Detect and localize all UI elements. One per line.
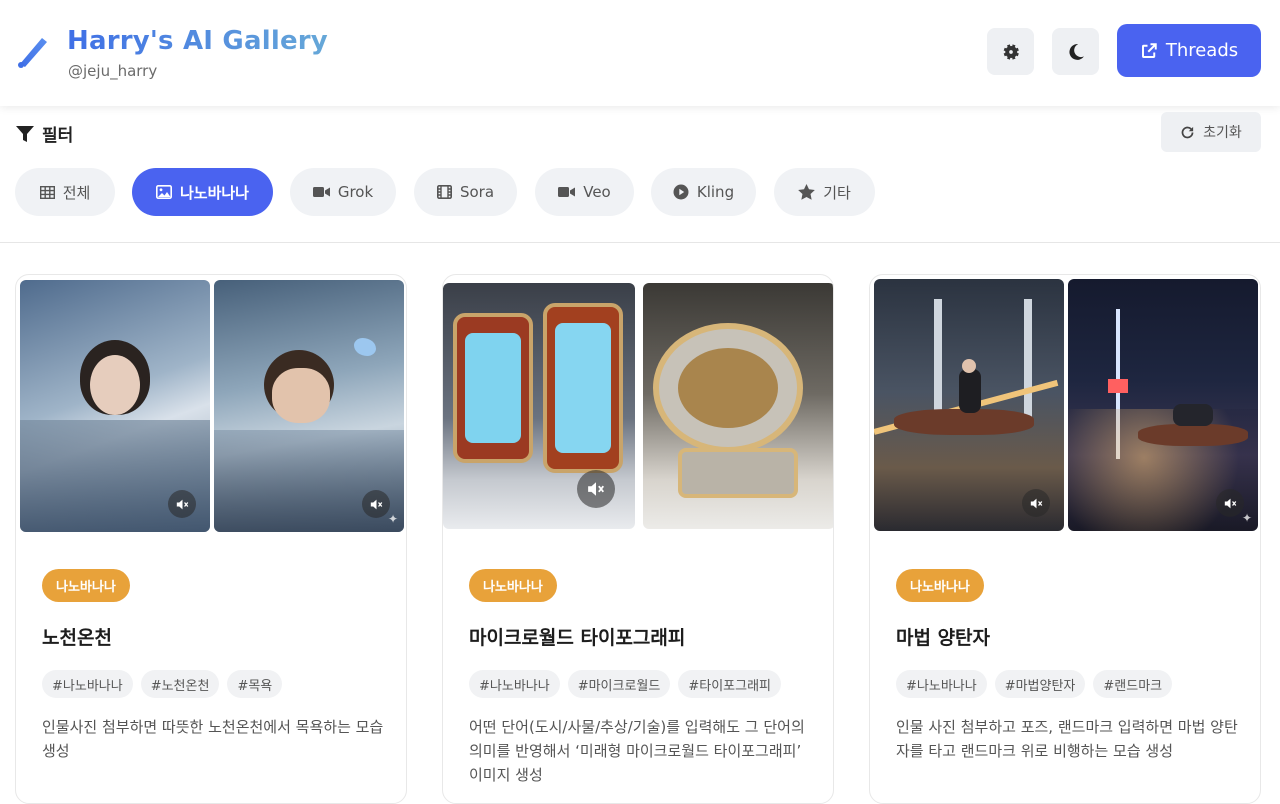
tag[interactable]: #마법양탄자 — [994, 670, 1086, 698]
tag[interactable]: #랜드마크 — [1093, 670, 1173, 698]
muted-speaker-icon — [370, 499, 382, 509]
tag[interactable]: #마이크로월드 — [567, 670, 671, 698]
card-title: 마법 양탄자 — [896, 627, 991, 649]
grid-icon — [39, 185, 55, 199]
mute-button[interactable] — [577, 470, 615, 508]
reset-label: 초기화 — [1203, 125, 1242, 141]
mute-button[interactable] — [1022, 489, 1050, 517]
card-description: 인물사진 첨부하면 따뜻한 노천온천에서 목욕하는 모습 생성 — [42, 718, 384, 760]
mute-button[interactable] — [362, 490, 390, 518]
mute-button[interactable] — [1216, 489, 1244, 517]
tag[interactable]: #나노바나나 — [469, 670, 560, 698]
external-link-icon — [1141, 42, 1157, 58]
tag[interactable]: #목욕 — [227, 670, 283, 698]
funnel-icon — [16, 125, 34, 142]
sparkle-icon: ✦ — [387, 512, 398, 526]
card-title: 노천온천 — [42, 627, 112, 649]
pen-icon — [18, 38, 47, 68]
category-badge: 나노바나나 — [42, 569, 130, 602]
muted-speaker-icon — [588, 482, 605, 496]
card-image[interactable]: ✦ — [1068, 279, 1258, 531]
filter-heading: 필터 — [16, 121, 73, 146]
card-image[interactable] — [643, 283, 833, 529]
chip-label: Grok — [337, 183, 374, 201]
chip-label: 전체 — [62, 183, 91, 202]
settings-button[interactable] — [987, 28, 1034, 75]
filter-label: 필터 — [42, 126, 74, 146]
chip-label: Kling — [696, 183, 735, 201]
threads-label: Threads — [1165, 40, 1239, 61]
moon-icon — [1068, 43, 1084, 60]
gallery-card[interactable]: ✦ 나노바나나 마법 양탄자 #나노바나나 #마법양탄자 #랜드마크 인물 사진… — [869, 274, 1261, 804]
image-icon — [155, 185, 172, 199]
sparkle-icon: ✦ — [1241, 511, 1252, 525]
category-badge: 나노바나나 — [469, 569, 557, 602]
app-header: Harry's AI Gallery @jeju_harry Threads — [0, 0, 1280, 106]
chip-nanobanana[interactable]: 나노바나나 — [132, 168, 273, 216]
card-image[interactable] — [20, 280, 210, 532]
chip-kling[interactable]: Kling — [651, 168, 756, 216]
threads-link-button[interactable]: Threads — [1117, 24, 1261, 77]
card-image[interactable]: ✦ — [214, 280, 404, 532]
tag[interactable]: #노천온천 — [140, 670, 220, 698]
star-icon — [798, 184, 816, 200]
chip-label: Sora — [459, 183, 495, 201]
tag-list: #나노바나나 #마이크로월드 #타이포그래피 — [469, 670, 782, 698]
mute-button[interactable] — [168, 490, 196, 518]
category-badge: 나노바나나 — [896, 569, 984, 602]
tag[interactable]: #나노바나나 — [896, 670, 987, 698]
gear-icon — [1003, 43, 1019, 60]
chip-sora[interactable]: Sora — [414, 168, 517, 216]
app-handle: @jeju_harry — [68, 62, 158, 80]
app-title: Harry's AI Gallery — [67, 26, 328, 56]
tag-list: #나노바나나 #마법양탄자 #랜드마크 — [896, 670, 1173, 698]
card-image[interactable] — [874, 279, 1064, 531]
muted-speaker-icon — [1224, 498, 1236, 508]
video-camera-icon — [558, 187, 576, 197]
card-title: 마이크로월드 타이포그래피 — [469, 627, 686, 649]
refresh-icon — [1181, 126, 1194, 138]
theme-toggle-button[interactable] — [1052, 28, 1099, 75]
chip-all[interactable]: 전체 — [15, 168, 115, 216]
gallery-card[interactable]: ✦ 나노바나나 노천온천 #나노바나나 #노천온천 #목욕 인물사진 첨부하면 … — [15, 274, 407, 804]
muted-speaker-icon — [1030, 498, 1042, 508]
chip-label: 나노바나나 — [179, 183, 249, 202]
tag[interactable]: #타이포그래피 — [678, 670, 782, 698]
play-circle-icon — [673, 184, 689, 200]
card-description: 어떤 단어(도시/사물/추상/기술)를 입력해도 그 단어의 의미를 반영해서 … — [469, 718, 805, 784]
gallery-card[interactable]: 나노바나나 마이크로월드 타이포그래피 #나노바나나 #마이크로월드 #타이포그… — [442, 274, 834, 804]
muted-speaker-icon — [176, 499, 188, 509]
chip-label: 기타 — [823, 183, 851, 202]
tag[interactable]: #나노바나나 — [42, 670, 133, 698]
card-description: 인물 사진 첨부하고 포즈, 랜드마크 입력하면 마법 양탄자를 타고 랜드마크… — [896, 718, 1238, 760]
section-divider — [0, 242, 1280, 243]
video-camera-icon — [312, 187, 330, 197]
chip-other[interactable]: 기타 — [774, 168, 875, 216]
reset-button[interactable]: 초기화 — [1161, 112, 1261, 152]
tag-list: #나노바나나 #노천온천 #목욕 — [42, 670, 283, 698]
chip-veo[interactable]: Veo — [535, 168, 634, 216]
film-icon — [436, 185, 452, 199]
chip-label: Veo — [583, 183, 611, 201]
chip-grok[interactable]: Grok — [290, 168, 396, 216]
card-image[interactable] — [443, 283, 635, 529]
